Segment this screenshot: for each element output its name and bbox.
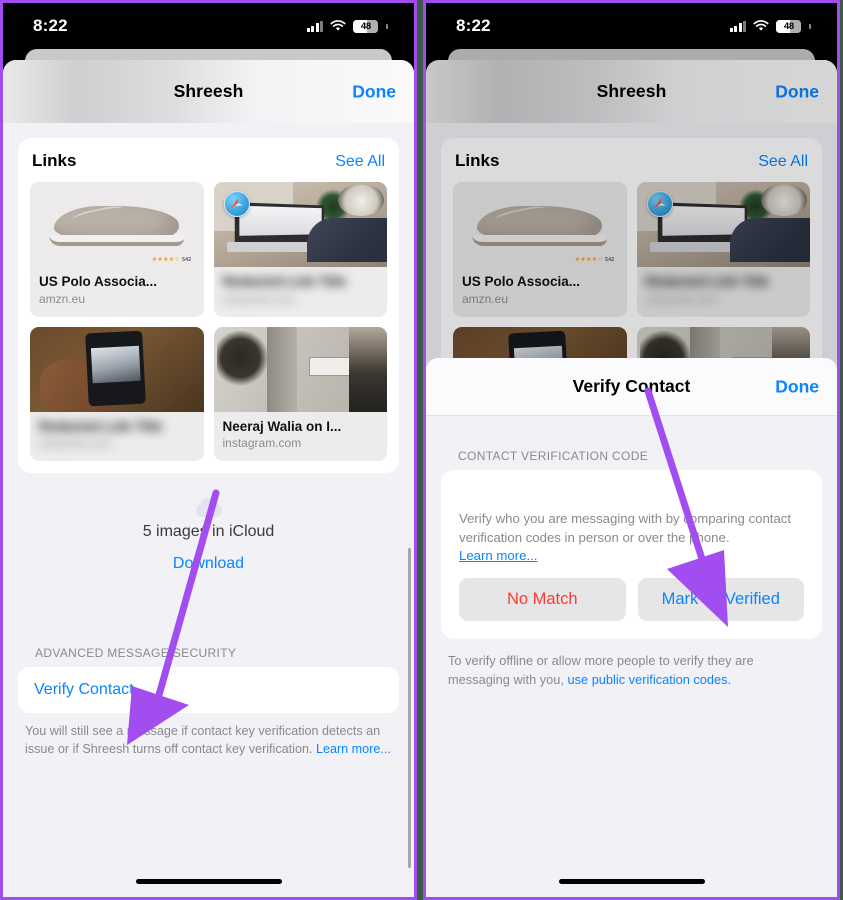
icloud-images-block: 5 images in iCloud Download [3,498,414,573]
status-clock: 8:22 [456,16,491,35]
screenshot-stage: 8:22 48 Shreesh Done Links See All ★★★★☆… [0,0,843,900]
verify-contact-button[interactable]: Verify Contact... [18,667,399,714]
list-item[interactable]: Redacted Link Title redacted.com [30,326,204,462]
page-title: Shreesh [596,81,667,101]
left-phone-screenshot: 8:22 48 Shreesh Done Links See All ★★★★☆… [0,0,417,900]
battery-tip-icon [809,23,811,29]
link-meta: US Polo Associa... amzn.eu [453,267,627,315]
status-bar: 8:22 48 [3,3,414,49]
links-card-header: Links See All [455,151,808,171]
home-indicator [135,879,282,884]
link-domain: instagram.com [222,436,302,451]
see-all-button[interactable]: See All [335,153,385,171]
no-match-button[interactable]: No Match [459,578,626,622]
safari-icon [223,191,250,217]
link-title: Redacted Link Title [222,274,347,289]
link-domain: redacted.com [222,291,296,306]
links-card: Links See All ★★★★☆ 542 US Polo Associa.… [18,138,399,474]
list-item[interactable]: Redacted Link Title redacted.com [213,182,387,317]
page-title: Shreesh [173,81,244,101]
link-domain: amzn.eu [39,291,86,306]
wifi-icon [330,20,346,32]
learn-more-link[interactable]: Learn more... [316,742,391,756]
links-label: Links [455,151,500,170]
link-title: US Polo Associa... [462,274,581,289]
icloud-count-label: 5 images in iCloud [142,523,275,541]
list-item[interactable]: Neeraj Walia on I... instagram.com [213,326,387,462]
battery-icon: 48 [353,19,379,33]
status-clock: 8:22 [33,16,68,35]
sheet-scroll-body[interactable]: Links See All ★★★★☆ 542 US Polo Associa.… [3,123,414,897]
link-meta: Redacted Link Title redacted.com [213,267,387,317]
list-item[interactable]: ★★★★☆ 542 US Polo Associa... amzn.eu [453,182,627,317]
sheet-navbar: Shreesh Done [3,60,414,123]
link-meta: US Polo Associa... amzn.eu [30,267,204,315]
download-button[interactable]: Download [3,555,414,573]
link-title: Redacted Link Title [39,418,163,434]
battery-icon: 48 [776,19,802,33]
list-item[interactable]: ★★★★☆ 542 US Polo Associa... amzn.eu [30,182,204,317]
status-indicators: 48 [306,19,388,33]
verification-code-card: Verify who you are messaging with by com… [441,470,822,640]
links-card-header: Links See All [32,151,385,171]
link-domain: amzn.eu [462,291,509,306]
link-domain: redacted.com [39,436,112,451]
verify-sheet-navbar: Verify Contact Done [426,358,837,416]
link-meta: Neeraj Walia on I... instagram.com [213,411,387,460]
link-thumbnail-shoe: ★★★★☆ 542 [453,182,627,267]
public-verification-codes-link[interactable]: use public verification codes. [568,672,732,687]
list-item[interactable]: Redacted Link Title redacted.com [636,182,810,317]
done-button[interactable]: Done [352,81,396,102]
verification-code-section-header: CONTACT VERIFICATION CODE [458,449,649,463]
status-indicators: 48 [729,19,811,33]
link-thumbnail-shoe: ★★★★☆ 542 [30,182,204,267]
wifi-icon [753,20,769,32]
verify-sheet-title: Verify Contact [572,376,691,396]
verification-actions: No Match Mark as Verified [459,578,804,622]
done-button[interactable]: Done [775,81,819,102]
cloud-icon [195,498,222,518]
verification-description: Verify who you are messaging with by com… [459,511,792,545]
rating-stars-icon: ★★★★☆ 542 [151,256,192,263]
safari-icon [646,191,673,217]
link-thumbnail-room [213,326,387,412]
mark-as-verified-button[interactable]: Mark as Verified [637,578,804,622]
right-phone-screenshot: 8:22 48 Shreesh Done Links See All ★★★★☆… [423,0,840,900]
sheet-navbar: Shreesh Done [426,60,837,123]
see-all-button[interactable]: See All [758,153,808,171]
link-meta: Redacted Link Title redacted.com [30,411,204,462]
link-title: Neeraj Walia on I... [222,418,342,434]
battery-tip-icon [386,23,388,29]
left-phone-screen: 8:22 48 Shreesh Done Links See All ★★★★☆… [3,3,414,897]
verify-done-button[interactable]: Done [775,376,819,397]
advanced-security-footnote: You will still see a message if contact … [25,722,392,759]
contact-details-sheet: Shreesh Done Links See All ★★★★☆ 542 US … [3,60,414,897]
link-title: Redacted Link Title [645,274,770,289]
advanced-security-section-header: ADVANCED MESSAGE SECURITY [35,646,237,661]
status-bar: 8:22 48 [426,3,837,49]
links-tile-grid: ★★★★☆ 542 US Polo Associa... amzn.eu Red… [30,182,387,462]
link-domain: redacted.com [645,291,719,306]
link-thumbnail-phone [30,326,204,412]
battery-level: 48 [360,20,371,32]
cellular-signal-icon [306,20,324,32]
verify-sheet-footnote: To verify offline or allow more people t… [448,652,815,689]
home-indicator [558,879,705,884]
learn-more-link[interactable]: Learn more... [459,548,804,563]
link-meta: Redacted Link Title redacted.com [636,267,810,317]
link-title: US Polo Associa... [39,274,158,289]
scrollbar[interactable] [408,548,411,868]
link-thumbnail-desk [213,182,387,267]
cellular-signal-icon [729,20,747,32]
rating-stars-icon: ★★★★☆ 542 [574,256,615,263]
verify-contact-sheet: Verify Contact Done CONTACT VERIFICATION… [426,358,837,897]
links-label: Links [32,151,77,170]
right-phone-screen: 8:22 48 Shreesh Done Links See All ★★★★☆… [426,3,837,897]
link-thumbnail-desk [636,182,810,267]
battery-level: 48 [783,20,794,32]
